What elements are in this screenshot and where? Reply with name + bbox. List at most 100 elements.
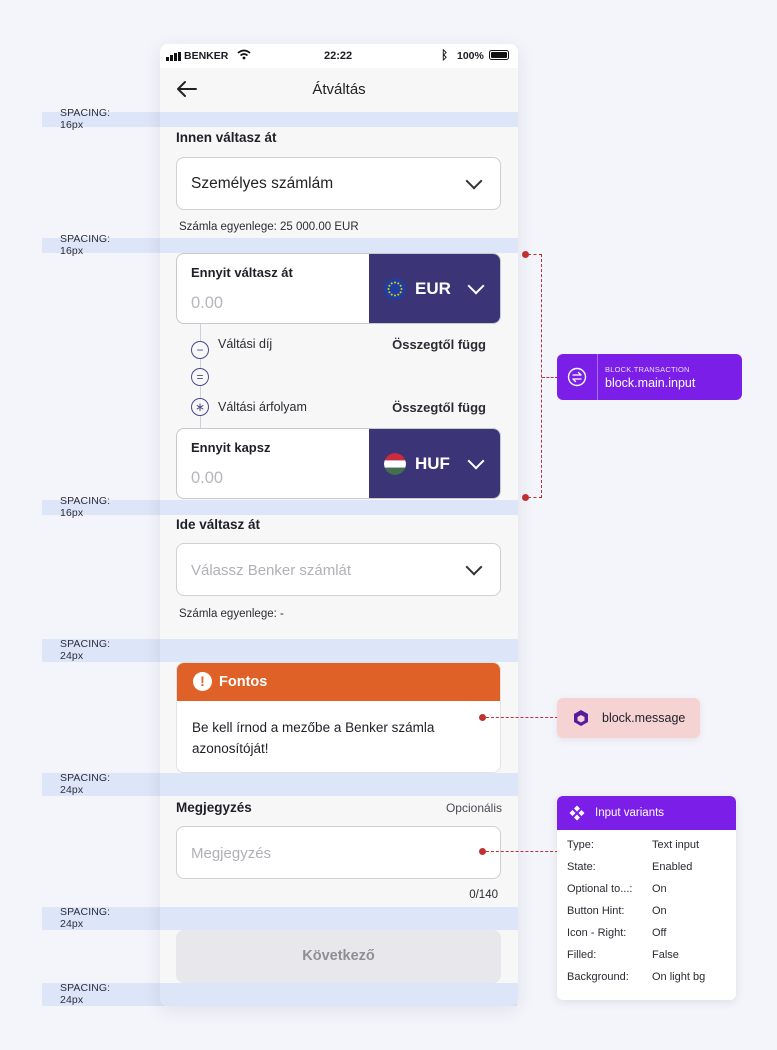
annotation-line	[486, 851, 558, 852]
variant-value: On	[652, 905, 667, 917]
spacing-band	[160, 639, 518, 662]
annotation-message-name: block.message	[602, 711, 686, 725]
variants-header: Input variants	[557, 796, 736, 830]
from-label: Innen váltasz át	[176, 130, 277, 145]
annotation-message: block.message	[557, 698, 700, 738]
next-button[interactable]: Következő	[176, 930, 501, 983]
annotation-line	[528, 497, 542, 498]
variants-rows: Type: Text input State: Enabled Optional t…	[567, 839, 732, 993]
message-body: Be kell írnod a mezőbe a Benker számla a…	[192, 720, 435, 756]
annotation-small-label: BLOCK.TRANSACTION	[605, 365, 690, 374]
chevron-down-icon	[467, 277, 485, 295]
bluetooth-icon: ᛒ	[441, 48, 449, 62]
clock: 22:22	[324, 50, 353, 62]
variant-row: State: Enabled	[567, 861, 732, 883]
spacing-band	[160, 907, 518, 930]
send-currency-code: EUR	[415, 279, 451, 298]
variant-key: Type:	[567, 839, 594, 851]
variant-key: State:	[567, 861, 596, 873]
note-optional-hint: Opcionális	[445, 801, 502, 815]
annotation-divider	[597, 354, 598, 400]
send-amount-input[interactable]: 0.00	[191, 294, 223, 313]
wifi-icon	[237, 49, 251, 60]
note-placeholder: Megjegyzés	[191, 845, 272, 862]
from-balance: Számla egyenlege: 25 000.00 EUR	[179, 221, 359, 233]
message-title: Fontos	[219, 674, 268, 690]
annotation-dot	[522, 494, 529, 501]
hu-flag-icon	[384, 453, 406, 475]
spacing-label: SPACING: 24px	[60, 982, 111, 1006]
nav-bar: Átváltás	[160, 68, 518, 112]
send-amount-label: Ennyit váltasz át	[191, 265, 293, 280]
variant-value: Text input	[652, 839, 700, 851]
spacing-label: SPACING: 24px	[60, 906, 111, 930]
variant-key: Button Hint:	[567, 905, 625, 917]
send-currency-select[interactable]: EUR	[369, 254, 500, 323]
variant-value: Off	[652, 927, 667, 939]
input-variants-card: Input variants Type: Text input State: Ena…	[557, 796, 736, 1000]
spacing-band	[160, 773, 518, 796]
select-value: Személyes számlám	[191, 175, 334, 192]
note-counter: 0/140	[469, 889, 498, 901]
variant-row: Optional to...: On	[567, 883, 732, 905]
annotation-transaction: BLOCK.TRANSACTION block.main.input	[557, 354, 742, 400]
battery-percent: 100%	[457, 50, 484, 62]
variants-diamond-icon	[569, 805, 585, 821]
variant-key: Icon - Right:	[567, 927, 627, 939]
variants-title: Input variants	[595, 807, 665, 819]
variant-row: Filled: False	[567, 949, 732, 971]
annotation-name: block.main.input	[605, 376, 696, 390]
chevron-down-icon	[467, 452, 485, 470]
variant-key: Background:	[567, 971, 629, 983]
variant-key: Optional to...:	[567, 883, 633, 895]
variant-row: Button Hint: On	[567, 905, 732, 927]
variant-value: Enabled	[652, 861, 693, 873]
variant-value: False	[652, 949, 679, 961]
spacing-band	[160, 500, 518, 515]
spacing-label: SPACING: 24px	[60, 772, 111, 796]
chevron-down-icon	[465, 172, 483, 190]
swap-icon	[567, 367, 587, 387]
spacing-band	[160, 238, 518, 253]
send-amount-field[interactable]: Ennyit váltasz át 0.00 EUR	[176, 253, 501, 324]
important-message: ! Fontos Be kell írnod a mezőbe a Benker…	[176, 662, 501, 773]
receive-amount-field[interactable]: Ennyit kapsz 0.00 HUF	[176, 428, 501, 499]
variant-value: On	[652, 883, 667, 895]
rate-value: Összegtől függ	[392, 400, 486, 415]
to-label: Ide váltasz át	[176, 517, 261, 532]
eu-flag-icon	[384, 278, 406, 300]
carrier-name: BENKER	[184, 50, 229, 62]
to-account-select[interactable]: Válassz Benker számlát	[176, 543, 501, 596]
fee-value: Összegtől függ	[392, 337, 486, 352]
next-button-label: Következő	[302, 948, 375, 964]
variant-row: Type: Text input	[567, 839, 732, 861]
asterisk-circle-icon: ∗	[191, 398, 209, 416]
to-balance: Számla egyenlege: -	[179, 608, 284, 620]
phone-screen: BENKER 22:22 ᛒ 100% Átváltás Innen válta…	[160, 44, 518, 1006]
annotation-dot	[479, 714, 486, 721]
receive-currency-select[interactable]: HUF	[369, 429, 500, 498]
spacing-band	[160, 983, 518, 1006]
message-header: ! Fontos	[177, 663, 500, 701]
annotation-line	[541, 254, 542, 498]
select-placeholder: Válassz Benker számlát	[191, 562, 352, 579]
rate-label: Váltási árfolyam	[218, 400, 307, 414]
spacing-label: SPACING: 16px	[60, 107, 111, 131]
variant-key: Filled:	[567, 949, 597, 961]
equals-circle-icon: =	[191, 368, 209, 386]
chevron-down-icon	[465, 558, 483, 576]
variant-value: On light bg	[652, 971, 706, 983]
alert-icon: !	[193, 672, 212, 691]
spacing-label: SPACING: 16px	[60, 495, 111, 519]
annotation-dot	[479, 848, 486, 855]
note-input[interactable]: Megjegyzés	[176, 826, 501, 879]
spacing-label: SPACING: 16px	[60, 233, 111, 257]
component-cube-icon	[574, 710, 588, 726]
battery-icon	[489, 50, 509, 60]
from-account-select[interactable]: Személyes számlám	[176, 157, 501, 210]
annotation-line	[542, 377, 558, 378]
signal-icon	[166, 52, 181, 61]
minus-circle-icon: −	[191, 341, 209, 359]
receive-amount-input[interactable]: 0.00	[191, 469, 223, 488]
receive-amount-label: Ennyit kapsz	[191, 440, 271, 455]
